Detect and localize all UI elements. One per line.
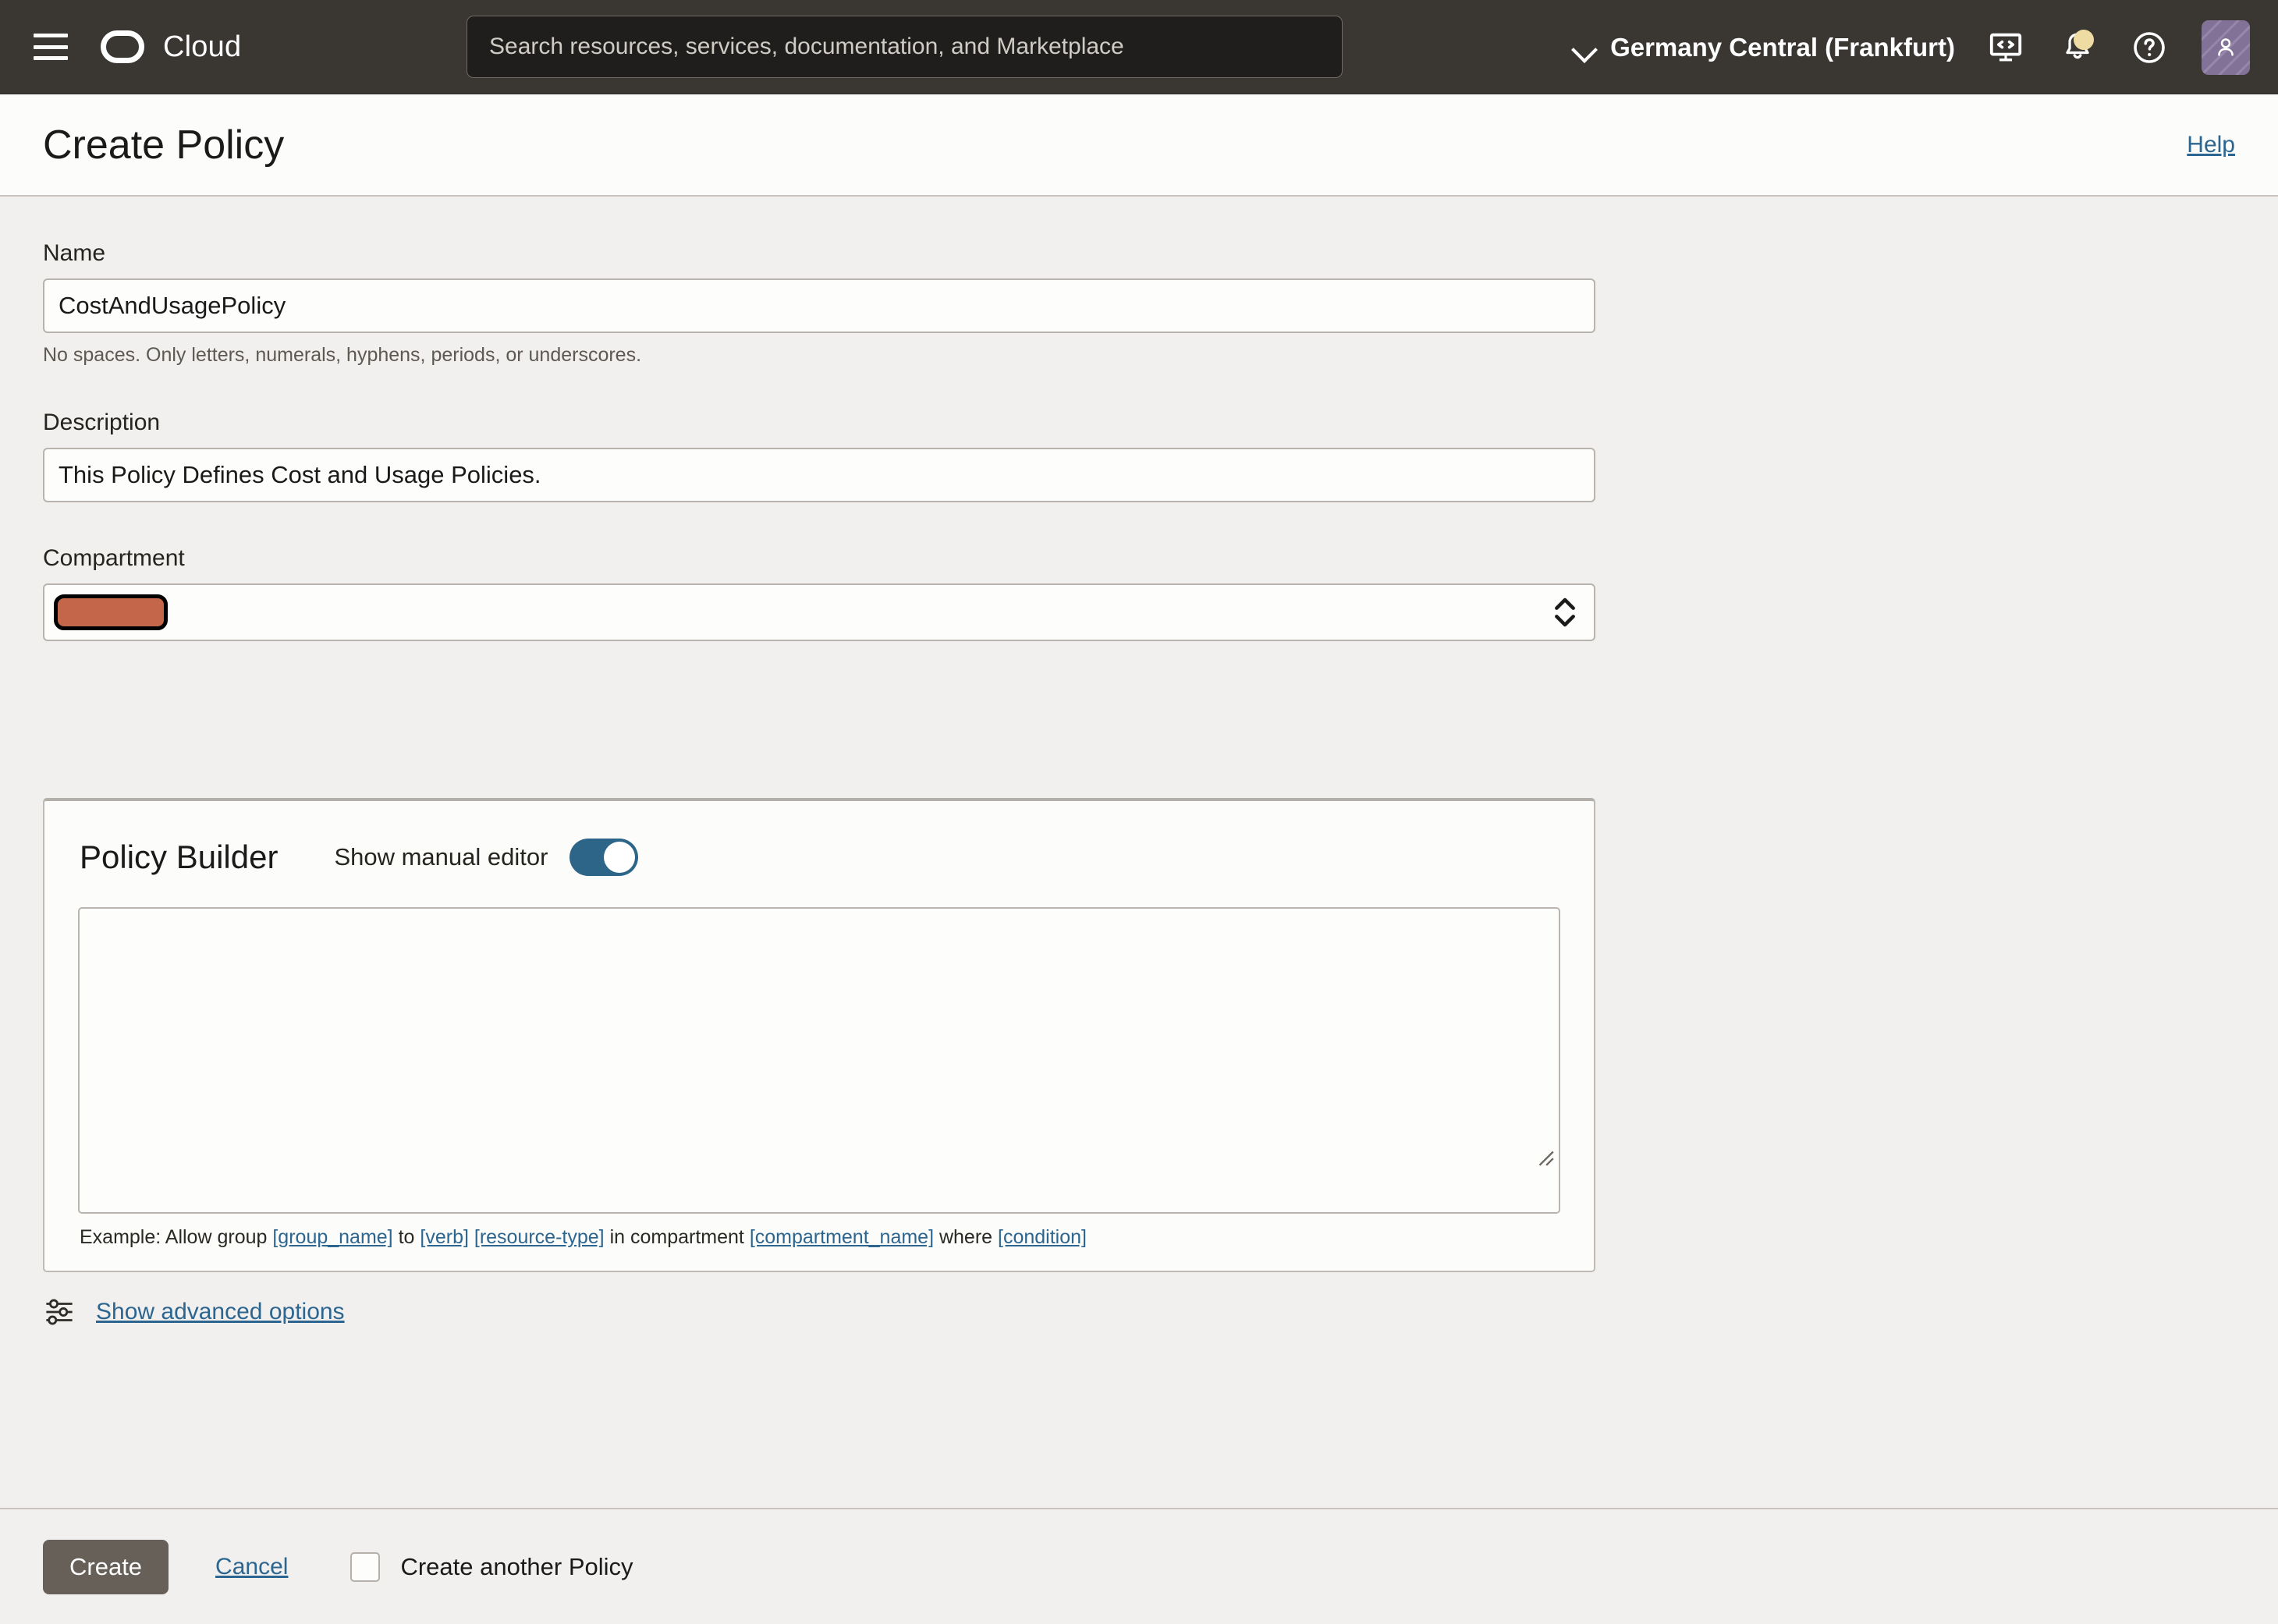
compartment-select-wrapper [43, 583, 1595, 641]
create-another-policy-checkbox[interactable] [350, 1551, 381, 1582]
form-footer: Create Cancel Create another Policy [0, 1508, 2278, 1624]
show-manual-editor-toggle[interactable] [570, 839, 639, 876]
brand-home-link[interactable]: Cloud [101, 30, 241, 64]
create-another-policy-label: Create another Policy [400, 1552, 633, 1580]
search-container [467, 16, 1343, 78]
cloud-shell-button[interactable] [1982, 23, 2030, 72]
region-label: Germany Central (Frankfurt) [1610, 32, 1955, 62]
policy-statements-textarea[interactable] [78, 907, 1560, 1214]
example-mid3: in compartment [604, 1226, 750, 1248]
user-avatar-icon [2218, 37, 2234, 56]
cloud-logo-icon [101, 30, 144, 63]
help-button[interactable] [2125, 23, 2173, 72]
example-group-name-placeholder[interactable]: [group_name] [272, 1226, 392, 1248]
policy-builder-header: Policy Builder Show manual editor [80, 839, 1594, 876]
example-mid2 [469, 1226, 474, 1248]
question-circle-icon [2134, 31, 2165, 63]
name-label: Name [43, 240, 106, 266]
example-compartment-name-placeholder[interactable]: [compartment_name] [750, 1226, 934, 1248]
code-monitor-icon [1989, 33, 2022, 61]
policy-builder-title: Policy Builder [80, 839, 279, 875]
search-input[interactable] [467, 16, 1343, 78]
policy-form: Name No spaces. Only letters, numerals, … [43, 197, 1595, 641]
nav-right-group: Germany Central (Frankfurt) [1571, 0, 2278, 94]
example-mid1: to [392, 1226, 420, 1248]
cancel-link[interactable]: Cancel [215, 1554, 288, 1580]
policy-example-text: Example: Allow group [group_name] to [ve… [80, 1226, 1594, 1249]
main-content: Name No spaces. Only letters, numerals, … [0, 197, 2278, 1508]
chevron-down-icon [1571, 34, 1598, 61]
create-another-policy-row[interactable]: Create another Policy [350, 1551, 633, 1582]
compartment-redacted-value [54, 594, 168, 630]
example-prefix: Example: Allow group [80, 1226, 273, 1248]
name-input[interactable] [43, 278, 1595, 333]
brand-name: Cloud [163, 30, 242, 63]
example-resource-type-placeholder[interactable]: [resource-type] [474, 1226, 605, 1248]
help-link[interactable]: Help [2187, 132, 2235, 158]
show-manual-editor-label: Show manual editor [334, 843, 548, 871]
example-verb-placeholder[interactable]: [verb] [420, 1226, 469, 1248]
example-mid4: where [934, 1226, 999, 1248]
description-input[interactable] [43, 448, 1595, 502]
name-helper-text: No spaces. Only letters, numerals, hyphe… [43, 344, 642, 366]
show-advanced-options-link[interactable]: Show advanced options [96, 1299, 345, 1325]
show-advanced-options-row[interactable]: Show advanced options [43, 1296, 345, 1328]
policy-builder-panel: Policy Builder Show manual editor Exampl… [43, 798, 1595, 1272]
compartment-label: Compartment [43, 545, 185, 571]
nav-left-group: Cloud [0, 30, 241, 64]
user-avatar[interactable] [2202, 20, 2250, 75]
page-header: Create Policy Help [0, 94, 2278, 197]
example-condition-placeholder[interactable]: [condition] [998, 1226, 1087, 1248]
sliders-icon [46, 1299, 73, 1325]
notifications-button[interactable] [2053, 23, 2102, 72]
create-button[interactable]: Create [43, 1539, 169, 1594]
top-navigation-bar: Cloud Germany Central (Frankfurt) [0, 0, 2278, 94]
description-label: Description [43, 410, 161, 435]
page-title: Create Policy [43, 122, 285, 168]
toggle-knob [604, 842, 636, 873]
compartment-select[interactable] [43, 583, 1595, 641]
region-selector[interactable]: Germany Central (Frankfurt) [1571, 33, 1955, 62]
hamburger-menu-icon[interactable] [34, 34, 68, 60]
chevron-up-down-icon [1555, 597, 1575, 627]
notification-badge [2074, 29, 2094, 50]
